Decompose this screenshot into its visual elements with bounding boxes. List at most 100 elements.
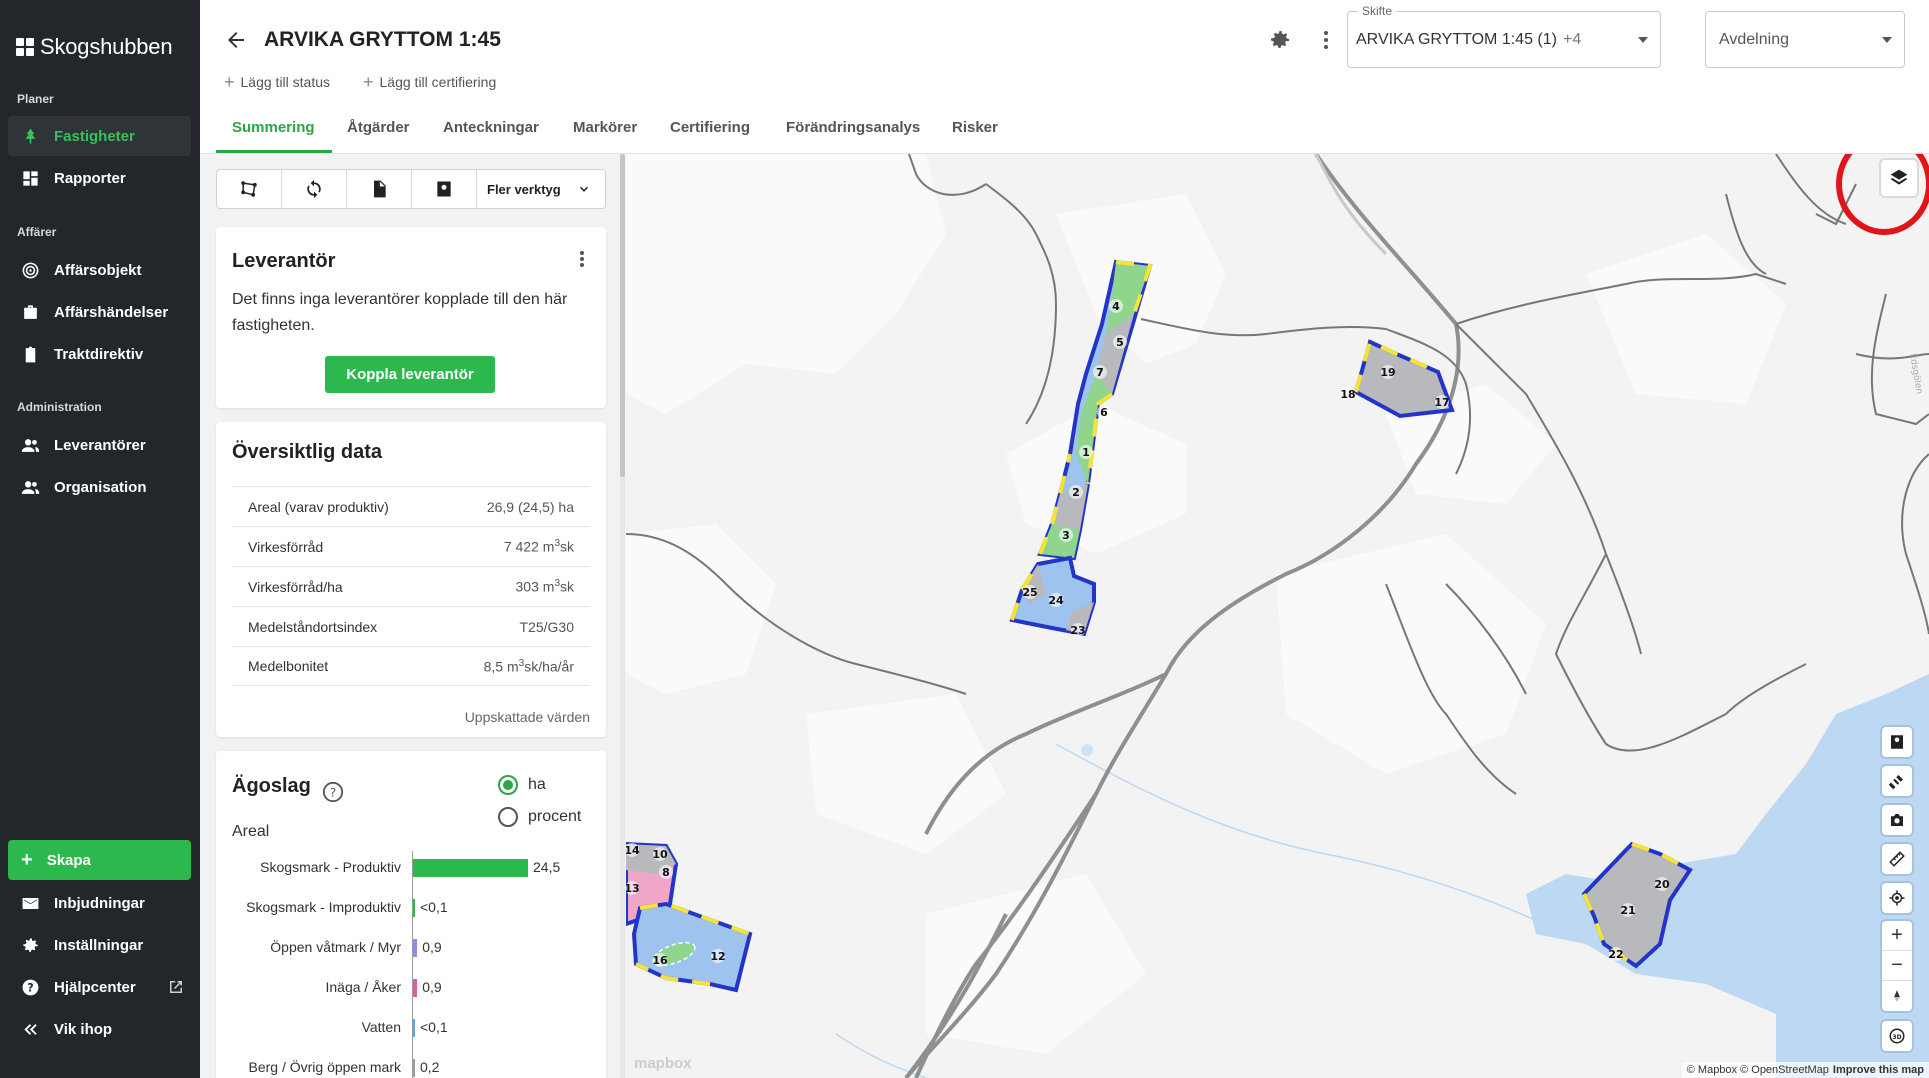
more-options-icon[interactable]	[1314, 28, 1338, 52]
compass-icon	[1894, 990, 1900, 1002]
sidebar-item-rapporter[interactable]: Rapporter	[8, 158, 191, 198]
locate-button[interactable]	[1882, 883, 1912, 913]
add-status-button[interactable]: + Lägg till status	[224, 73, 330, 91]
plus-icon: +	[21, 849, 33, 871]
stand-number-label[interactable]: 17	[1434, 396, 1449, 409]
svg-text:?: ?	[27, 981, 33, 994]
zoom-in-button[interactable]: +	[1882, 921, 1912, 951]
tree-icon	[25, 128, 36, 144]
ruler-icon	[1889, 851, 1905, 867]
avdelning-placeholder: Avdelning	[1719, 30, 1789, 48]
chart-bar	[413, 1059, 415, 1077]
sidebar-item-organisation[interactable]: Organisation	[8, 467, 191, 507]
tab-certifiering[interactable]: Certifiering	[670, 119, 750, 136]
sync-button[interactable]	[282, 170, 347, 208]
chart-category-label: Vatten	[361, 1019, 401, 1035]
tab-summering[interactable]: Summering	[232, 119, 315, 136]
stand-number-label[interactable]: 6	[1100, 406, 1108, 419]
stand-number-label[interactable]: 20	[1654, 878, 1670, 891]
back-arrow-icon[interactable]	[224, 28, 248, 52]
edit-polygon-button[interactable]	[217, 170, 282, 208]
connect-supplier-button[interactable]: Koppla leverantör	[325, 356, 495, 393]
stand-number-label[interactable]: 8	[662, 866, 670, 879]
sidebar-item-label: Affärshändelser	[54, 303, 169, 321]
panel-scrollbar[interactable]	[620, 154, 625, 1078]
stand-number-label[interactable]: 16	[652, 954, 668, 967]
sidebar-item-label: Traktdirektiv	[54, 345, 144, 363]
sidebar-item-fastigheter[interactable]: Fastigheter	[8, 116, 191, 156]
tab-markorer[interactable]: Markörer	[573, 119, 637, 136]
stand-number-label[interactable]: 12	[710, 950, 725, 963]
tab-risker[interactable]: Risker	[952, 119, 998, 136]
mapbox-logo[interactable]: mapbox	[634, 1055, 692, 1072]
overview-row-label: Areal (varav produktiv)	[248, 498, 389, 515]
chart-value-label: <0,1	[420, 1019, 448, 1035]
map-canvas[interactable]: 457612325242319181721202214 1081316 12 Eds…	[626, 154, 1929, 1078]
supplier-card: Leverantör Det finns inga leverantörer k…	[216, 227, 606, 408]
improve-map-link[interactable]: Improve this map	[1833, 1064, 1924, 1076]
compass-button[interactable]	[1882, 981, 1912, 1011]
more-tools-dropdown[interactable]: Fler verktyg	[477, 170, 605, 208]
zoom-out-button[interactable]: −	[1882, 951, 1912, 981]
stand-number-label[interactable]: 4	[1112, 300, 1120, 313]
gear-settings-icon[interactable]	[1268, 28, 1292, 52]
sidebar-item-affarshandelser[interactable]: Affärshändelser	[8, 292, 191, 332]
dashboard-icon	[23, 170, 38, 186]
section-planer: Planer	[17, 92, 54, 106]
sidebar-item-traktdirektiv[interactable]: Traktdirektiv	[8, 334, 191, 374]
stand-number-label[interactable]: 22	[1608, 948, 1623, 961]
stand-number-label[interactable]: 21	[1620, 904, 1635, 917]
page-title: ARVIKA GRYTTOM 1:45	[264, 28, 501, 51]
3d-button[interactable]: 3D	[1882, 1021, 1912, 1051]
sidebar-item-label: Inställningar	[54, 936, 144, 954]
tab-anteckningar[interactable]: Anteckningar	[443, 119, 539, 136]
stand-number-label[interactable]: 2	[1072, 486, 1080, 499]
brand-logo[interactable]: Skogshubben	[16, 34, 173, 60]
stand-number-label[interactable]: 14	[626, 844, 640, 857]
help-icon[interactable]: ?	[322, 781, 344, 803]
overview-row-value: 26,9 (24,5) ha	[486, 498, 574, 515]
stand-number-label[interactable]: 23	[1070, 624, 1085, 637]
stand-number-label[interactable]: 18	[1340, 388, 1355, 401]
tab-forandringsanalys[interactable]: Förändringsanalys	[786, 119, 920, 136]
sidebar-item-label: Organisation	[54, 478, 147, 496]
stand-number-label[interactable]: 25	[1022, 586, 1037, 599]
sidebar-item-hjalpcenter[interactable]: ? Hjälpcenter	[8, 967, 191, 1007]
stand-number-label[interactable]: 24	[1048, 594, 1064, 607]
attribution-text[interactable]: © Mapbox © OpenStreetMap	[1687, 1064, 1829, 1076]
contact-card-button[interactable]	[412, 170, 477, 208]
sidebar-item-leverantorer[interactable]: Leverantörer	[8, 425, 191, 465]
stand-number-label[interactable]: 1	[1082, 446, 1090, 459]
stand-number-label[interactable]: 13	[626, 882, 640, 895]
sidebar-item-vik-ihop[interactable]: Vik ihop	[8, 1009, 191, 1049]
stand-number-label[interactable]: 10	[652, 848, 668, 861]
scrollbar-thumb[interactable]	[620, 154, 625, 477]
satellite-button[interactable]	[1882, 766, 1912, 796]
measure-button[interactable]	[1882, 844, 1912, 874]
avdelning-select[interactable]: Avdelning	[1705, 11, 1905, 68]
map-view[interactable]: 4 5 7 6 1 2 3 25 24 23 19 18 17 21 20 22 14 10 8 13 16 12 Eds…	[626, 154, 1929, 1078]
stand-number-label[interactable]: 3	[1062, 529, 1070, 542]
overview-row-label: Virkesförråd	[248, 538, 324, 555]
chevron-down-icon	[1638, 37, 1648, 43]
create-label: Skapa	[46, 851, 91, 869]
stand-number-label[interactable]: 5	[1116, 336, 1124, 349]
skifte-select[interactable]: Skifte ARVIKA GRYTTOM 1:45 (1) +4	[1347, 4, 1661, 68]
unit-radio-ha[interactable]: ha	[498, 775, 546, 795]
tab-atgarder[interactable]: Åtgärder	[347, 119, 410, 136]
document-button[interactable]	[347, 170, 412, 208]
overview-row: Areal (varav produktiv) 26,9 (24,5) ha	[232, 486, 590, 526]
stand-number-label[interactable]: 7	[1096, 366, 1104, 379]
supplier-menu-icon[interactable]	[580, 251, 584, 267]
unit-radio-procent[interactable]: procent	[498, 807, 581, 827]
sidebar-item-affarsobjekt[interactable]: Affärsobjekt	[8, 250, 191, 290]
add-certification-button[interactable]: + Lägg till certifiering	[363, 73, 496, 91]
sidebar-item-inbjudningar[interactable]: Inbjudningar	[8, 883, 191, 923]
help-icon: ?	[22, 979, 39, 995]
stand-number-label[interactable]: 19	[1380, 366, 1395, 379]
create-button[interactable]: + Skapa	[8, 840, 191, 880]
camera-button[interactable]	[1882, 805, 1912, 835]
sidebar-item-installningar[interactable]: Inställningar	[8, 925, 191, 965]
contact-card-map-button[interactable]	[1882, 727, 1912, 757]
sidebar: Skogshubben Planer Fastigheter Rapporter…	[0, 0, 200, 1078]
